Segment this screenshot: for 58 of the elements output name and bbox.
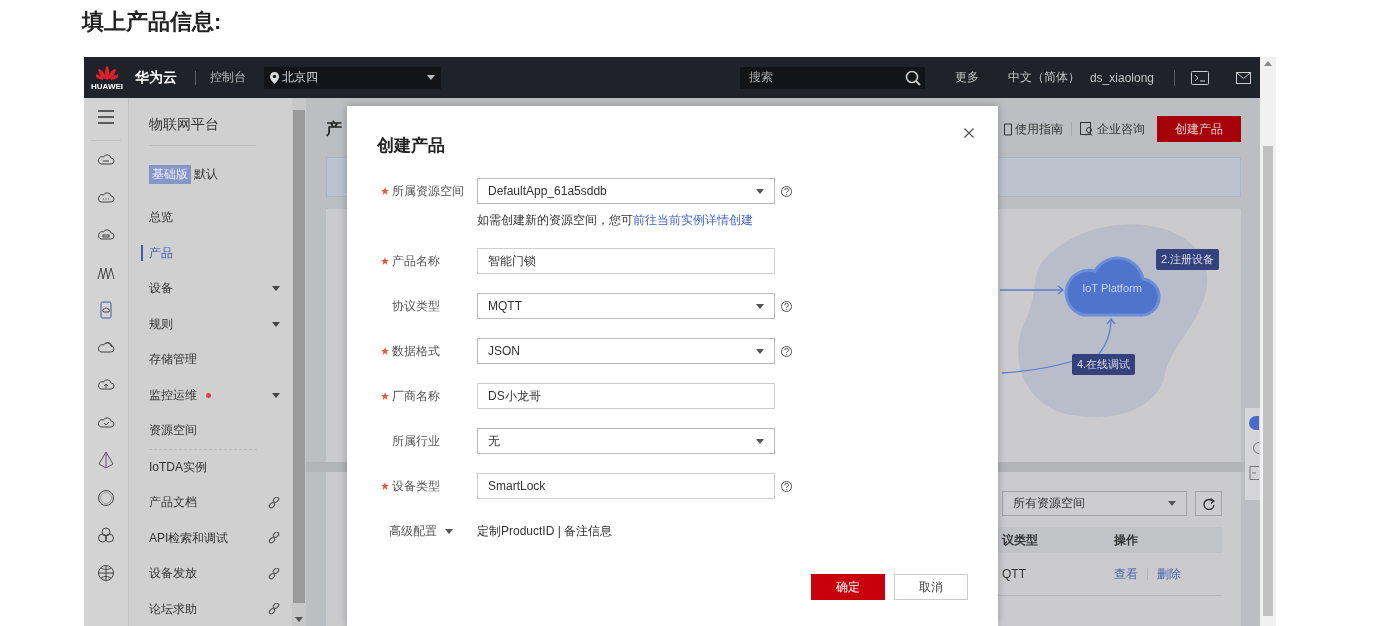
- space-filter-select[interactable]: 所有资源空间: [1002, 491, 1187, 516]
- field-label: 数据格式: [392, 342, 440, 360]
- field-label: 所属行业: [392, 432, 440, 450]
- heading: 填上产品信息:: [80, 8, 223, 36]
- instance-details-link[interactable]: 前往当前实例详情创建: [633, 213, 753, 227]
- field-label: 厂商名称: [392, 387, 440, 405]
- nav-item[interactable]: 存储管理: [149, 351, 197, 369]
- select-field[interactable]: MQTT: [477, 293, 775, 319]
- step-tag: 4.在线调试: [1072, 354, 1136, 375]
- node-label: IoT Platform: [1081, 282, 1143, 294]
- create-product-button[interactable]: 创建产品: [1157, 116, 1241, 142]
- user-menu[interactable]: ds_xiaolong: [1089, 70, 1154, 85]
- step-tag: 2.注册设备: [1156, 249, 1220, 270]
- input-field[interactable]: SmartLock: [477, 473, 775, 499]
- column-header: 议类型: [1000, 531, 1039, 549]
- edition-label: 默认: [194, 165, 218, 183]
- region-select[interactable]: 北京四: [264, 66, 441, 89]
- field-label: 所属资源空间: [392, 182, 464, 200]
- field-label: 设备类型: [392, 477, 440, 495]
- row-action-link[interactable]: 删除: [1157, 565, 1181, 583]
- select-field[interactable]: JSON: [477, 338, 775, 364]
- brand-name[interactable]: 华为云: [135, 68, 177, 87]
- nav-item[interactable]: 规则: [149, 315, 173, 333]
- nav-item[interactable]: 设备: [149, 280, 173, 298]
- page-title: 产: [326, 118, 342, 139]
- hint-text: 如需创建新的资源空间，您可前往当前实例详情创建: [477, 212, 754, 229]
- row-action-link[interactable]: 查看: [1114, 565, 1138, 583]
- nav-item[interactable]: 论坛求助: [149, 600, 197, 618]
- edition-badge: 基础版: [149, 164, 191, 184]
- nav-item[interactable]: 产品: [149, 244, 173, 262]
- advanced-settings-toggle[interactable]: 高级配置: [377, 522, 477, 540]
- nav-title: 物联网平台: [149, 116, 220, 134]
- dialog-title: 创建产品: [377, 134, 445, 157]
- top-link[interactable]: 更多: [954, 69, 979, 86]
- field-label: 协议类型: [392, 297, 440, 315]
- top-link[interactable]: 中文（简体）: [1007, 69, 1080, 86]
- header-link[interactable]: 企业咨询: [1097, 120, 1145, 138]
- advanced-options: 定制ProductID | 备注信息: [477, 522, 613, 540]
- header-link[interactable]: 使用指南: [1015, 120, 1063, 138]
- table-cell-text: QTT: [1001, 567, 1027, 581]
- select-field[interactable]: DefaultApp_61a5sddb: [477, 178, 775, 204]
- search-field[interactable]: 搜索: [739, 66, 925, 89]
- console-link[interactable]: 控制台: [210, 69, 246, 86]
- nav-item[interactable]: 资源空间: [149, 422, 197, 440]
- nav-item[interactable]: API检索和调试: [149, 529, 229, 547]
- confirm-button[interactable]: 确定: [811, 574, 885, 600]
- column-header: 操作: [1113, 531, 1139, 549]
- logo-text: HUAWEI: [91, 81, 123, 91]
- nav-item[interactable]: 设备发放: [149, 565, 197, 583]
- input-field[interactable]: DS小龙哥: [477, 383, 775, 409]
- field-label: 产品名称: [392, 252, 440, 270]
- nav-item[interactable]: 产品文档: [149, 494, 197, 512]
- nav-item[interactable]: 总览: [149, 209, 173, 227]
- input-field[interactable]: 智能门锁: [477, 248, 775, 274]
- nav-item[interactable]: 监控运维: [149, 386, 197, 404]
- select-field[interactable]: 无: [477, 428, 775, 454]
- cancel-button[interactable]: 取消: [894, 574, 968, 600]
- nav-item[interactable]: IoTDA实例: [149, 458, 207, 476]
